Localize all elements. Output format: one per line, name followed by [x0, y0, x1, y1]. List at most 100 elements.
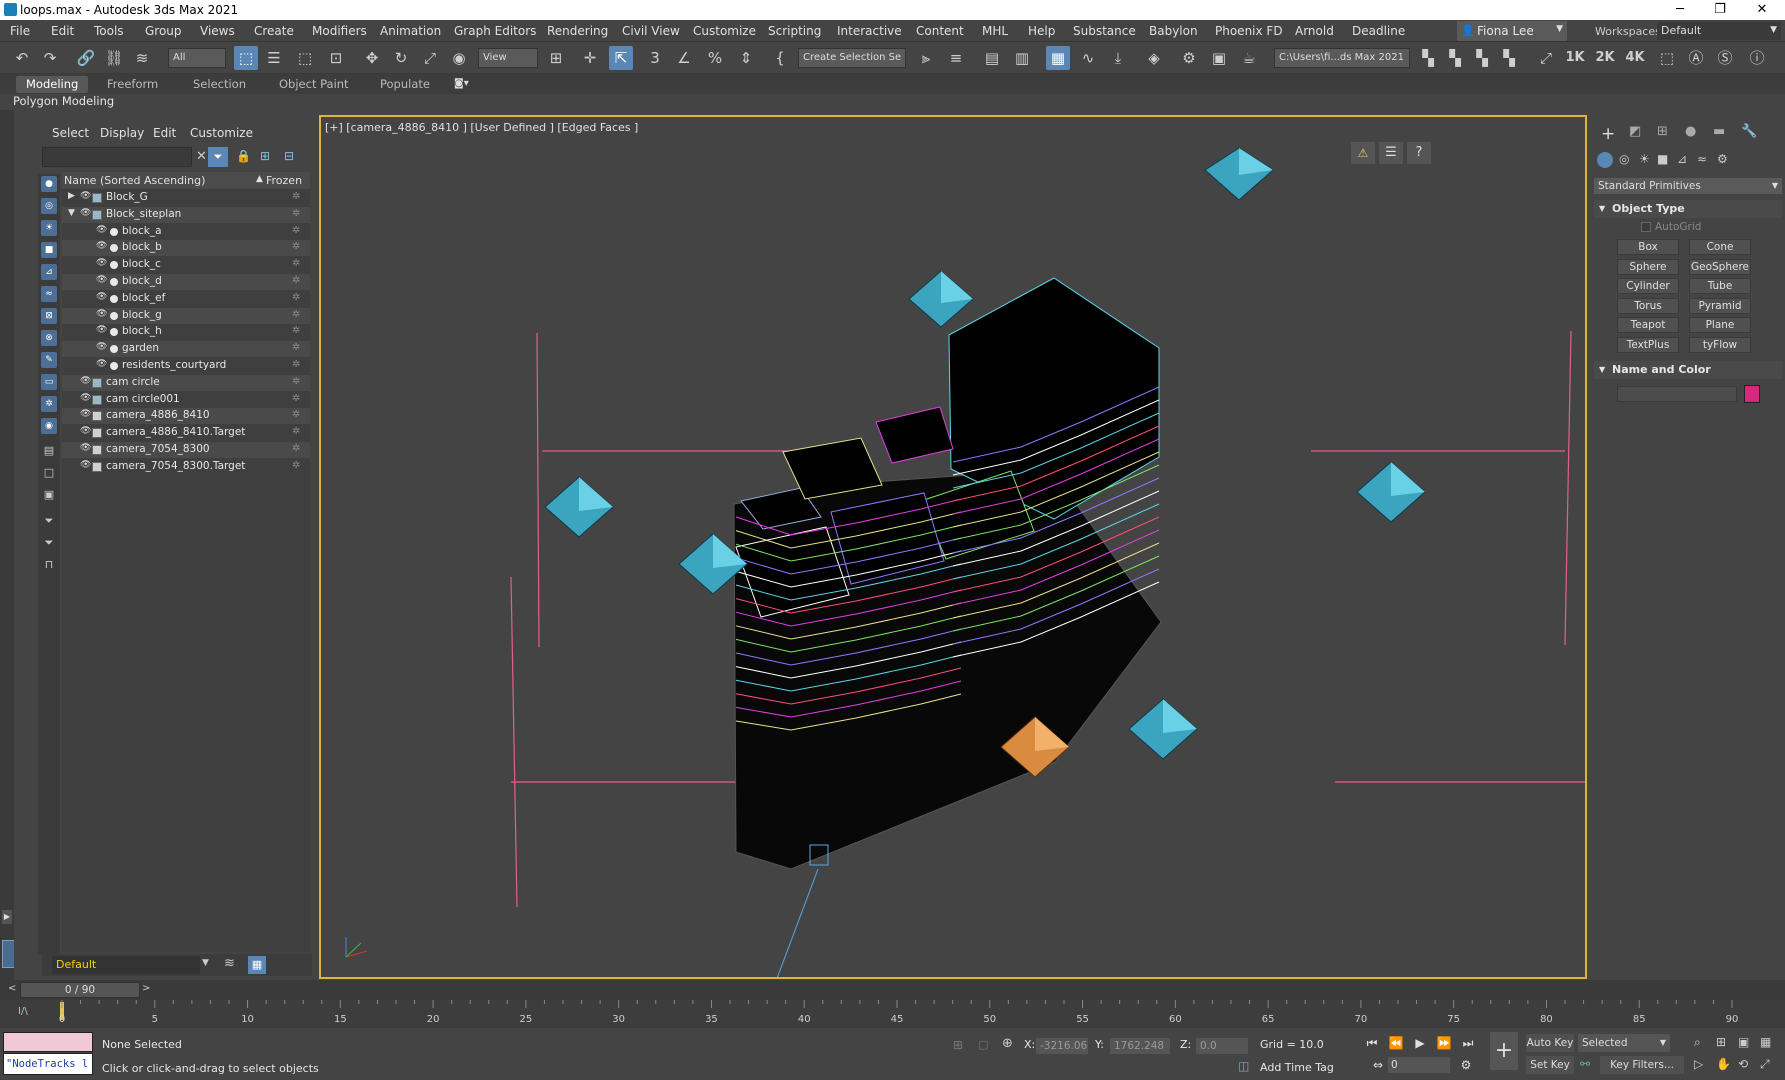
scene-row[interactable]: 👁 camera_7054_8300.Target ✲ [62, 459, 310, 475]
filter-toggle-icon[interactable]: ⏷ [41, 514, 57, 530]
frozen-toggle-icon[interactable]: ✲ [292, 241, 300, 252]
set-key-big-icon[interactable]: + [1490, 1032, 1518, 1070]
autogrid-checkbox[interactable] [1641, 222, 1651, 232]
plane-button[interactable]: Plane [1689, 317, 1751, 333]
filter-geometry-icon[interactable]: ● [41, 176, 57, 192]
object-name-input[interactable] [1617, 386, 1737, 402]
menu-edit[interactable]: Edit [51, 24, 74, 38]
hierarchy-icon[interactable]: ⊞ [260, 149, 270, 163]
pyramid-button[interactable]: Pyramid [1689, 298, 1751, 314]
absolute-mode-icon[interactable]: ⊕ [1002, 1036, 1013, 1051]
torus-button[interactable]: Torus [1617, 298, 1679, 314]
angle-snap-icon[interactable]: ∠ [672, 46, 696, 70]
sphere-button[interactable]: Sphere [1617, 259, 1679, 275]
autodesk-a-icon[interactable]: Ⓐ [1684, 46, 1708, 70]
user-account-dropdown[interactable]: 👤 Fiona Lee ▼ [1457, 21, 1567, 41]
visibility-eye-icon[interactable]: 👁 [80, 191, 92, 201]
menu-deadline[interactable]: Deadline [1352, 24, 1405, 38]
set-key-button[interactable]: Set Key [1526, 1056, 1574, 1074]
se-menu-edit[interactable]: Edit [153, 126, 176, 140]
play-icon[interactable]: ▶ [1410, 1033, 1430, 1053]
hierarchy-tab-icon[interactable]: ⊞ [1657, 124, 1668, 139]
display-tab-icon[interactable]: ▬ [1713, 124, 1725, 139]
orbit-icon[interactable]: ⟲ [1738, 1057, 1748, 1071]
placement-icon[interactable]: ◉ [447, 46, 471, 70]
filter-frozen-icon[interactable]: ✲ [41, 396, 57, 412]
filter-lights-icon[interactable]: ☀ [41, 220, 57, 236]
edit-named-selection-icon[interactable]: { [768, 46, 792, 70]
menu-phoenix-fd[interactable]: Phoenix FD [1215, 24, 1283, 38]
visibility-eye-icon[interactable]: 👁 [96, 309, 108, 319]
go-to-start-icon[interactable]: ⏮ [1362, 1033, 1382, 1053]
scene-row[interactable]: 👁 block_ef ✲ [62, 291, 310, 307]
mirror-icon[interactable]: ⫸ [914, 46, 938, 70]
menu-customize[interactable]: Customize [693, 24, 756, 38]
frozen-toggle-icon[interactable]: ✲ [292, 258, 300, 269]
project-folder-dropdown[interactable]: C:\Users\fi...ds Max 2021 [1274, 48, 1410, 68]
visibility-eye-icon[interactable]: 👁 [96, 225, 108, 235]
next-key-icon[interactable]: ⏩ [1434, 1033, 1454, 1053]
frozen-toggle-icon[interactable]: ✲ [292, 443, 300, 454]
align-icon[interactable]: ≡ [944, 46, 968, 70]
frozen-toggle-icon[interactable]: ✲ [292, 208, 300, 219]
scene-row[interactable]: ▼ 👁 Block_siteplan ✲ [62, 206, 310, 223]
menu-arnold[interactable]: Arnold [1295, 24, 1334, 38]
close-icon[interactable]: ✕ [1739, 0, 1785, 20]
track-bar[interactable]: I/\ 0 5 10 15 20 25 30 35 40 45 50 55 60 65 70 75 80 85 90 [0, 1000, 1785, 1028]
menu-create[interactable]: Create [254, 24, 294, 38]
chevron-down-icon[interactable]: ▼ [202, 958, 209, 968]
primitive-category-dropdown[interactable]: Standard Primitives ▼ [1594, 178, 1782, 194]
maxscript-mini-listener[interactable]: "NodeTracks l [3, 1053, 93, 1075]
visibility-eye-icon[interactable]: 👁 [96, 258, 108, 268]
expand-arrow-icon[interactable]: ▶ [68, 191, 75, 201]
time-slider[interactable]: 0 / 90 [20, 982, 140, 998]
se-menu-customize[interactable]: Customize [190, 126, 253, 140]
menu-group[interactable]: Group [145, 24, 182, 38]
resolution-2k-button[interactable]: 2K [1593, 46, 1617, 70]
rotate-icon[interactable]: ↻ [389, 46, 413, 70]
schematic-view-icon[interactable]: ⤓ [1106, 46, 1130, 70]
scene-row[interactable]: 👁 block_c ✲ [62, 257, 310, 273]
tube-button[interactable]: Tube [1689, 278, 1751, 294]
visibility-eye-icon[interactable]: 👁 [80, 409, 92, 419]
window-crossing-icon[interactable]: ⊡ [324, 46, 348, 70]
utilities-tab-icon[interactable]: 🔧 [1741, 124, 1757, 139]
select-object-icon[interactable]: ⬚ [234, 46, 258, 70]
time-configuration-icon[interactable]: ⚙ [1456, 1055, 1476, 1075]
lock-icon[interactable]: 🔒 [236, 149, 251, 163]
column-frozen-header[interactable]: Frozen [266, 174, 302, 187]
percent-snap-icon[interactable]: % [703, 46, 727, 70]
tab-freeform[interactable]: Freeform [97, 76, 168, 93]
frozen-toggle-icon[interactable]: ✲ [292, 292, 300, 303]
create-tab-icon[interactable]: + [1601, 124, 1615, 144]
maximize-viewport-icon[interactable]: ⤢ [1534, 46, 1558, 70]
frozen-toggle-icon[interactable]: ✲ [292, 460, 300, 471]
render-production-icon[interactable]: ☕ [1237, 46, 1261, 70]
scene-row[interactable]: 👁 garden ✲ [62, 341, 310, 358]
sort-layers-icon[interactable]: ▦ [248, 956, 266, 974]
menu-modifiers[interactable]: Modifiers [312, 24, 367, 38]
scene-row[interactable]: 👁 camera_4886_8410 ✲ [62, 408, 310, 425]
script-tool-2-icon[interactable]: ▚ [1443, 46, 1467, 70]
z-coordinate-field[interactable]: 0.0 [1196, 1038, 1248, 1054]
key-filters-button[interactable]: Key Filters... [1600, 1056, 1684, 1074]
zoom-extents-icon[interactable]: ▣ [1738, 1035, 1749, 1049]
viewport-camera[interactable]: [+] [camera_4886_8410 ] [User Defined ] … [319, 115, 1587, 979]
key-mode-toggle-icon[interactable]: ⇔ [1368, 1055, 1388, 1075]
link-icon[interactable]: 🔗 [74, 46, 98, 70]
spinner-snap-icon[interactable]: ⇕ [734, 46, 758, 70]
menu-tools[interactable]: Tools [94, 24, 124, 38]
visibility-eye-icon[interactable]: 👁 [80, 376, 92, 386]
menu-scripting[interactable]: Scripting [768, 24, 821, 38]
modify-tab-icon[interactable]: ◩ [1629, 124, 1641, 139]
move-icon[interactable]: ✥ [360, 46, 384, 70]
se-menu-select[interactable]: Select [52, 126, 89, 140]
current-layer-dropdown[interactable]: Default [52, 956, 200, 974]
script-tool-1-icon[interactable]: ▚ [1416, 46, 1440, 70]
visibility-eye-icon[interactable]: 👁 [96, 342, 108, 352]
frozen-toggle-icon[interactable]: ✲ [292, 376, 300, 387]
frozen-toggle-icon[interactable]: ✲ [292, 342, 300, 353]
clear-search-icon[interactable]: ✕ [196, 149, 207, 164]
region-render-icon[interactable]: ⬚ [1655, 46, 1679, 70]
filter-shapes-icon[interactable]: ◎ [41, 198, 57, 214]
